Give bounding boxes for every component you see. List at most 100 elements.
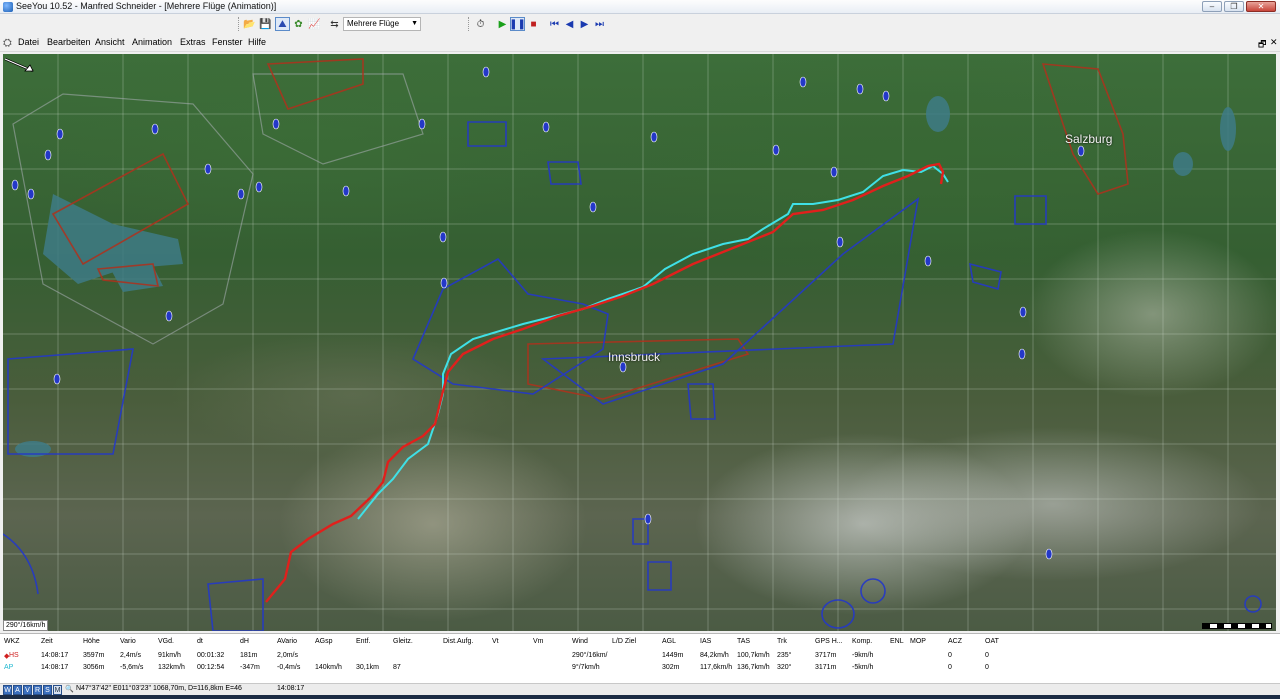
column-header[interactable]: OAT [985,638,999,645]
chevron-down-icon: ▼ [411,20,418,27]
stop-icon[interactable]: ■ [526,17,541,31]
table-cell: 181m [240,652,258,659]
mode-s-button[interactable]: S [43,685,52,695]
column-header[interactable]: MOP [910,638,926,645]
barogram-icon[interactable]: 📈 [307,17,322,31]
column-header[interactable]: IAS [700,638,711,645]
column-header[interactable]: Entf. [356,638,370,645]
column-header[interactable]: Vario [120,638,136,645]
column-header[interactable]: Zeit [41,638,53,645]
mode-m-button[interactable]: M [53,685,62,695]
table-cell: 00:12:54 [197,664,225,671]
column-header[interactable]: ENL [890,638,904,645]
next-icon[interactable]: ▶ [577,17,592,31]
minimize-button[interactable]: – [1202,1,1222,12]
table-cell: 87 [393,664,401,671]
play-icon[interactable]: ▶ [495,17,510,31]
table-cell: 140km/h [315,664,342,671]
maximize-button[interactable]: ❐ [1224,1,1244,12]
table-cell: 9°/7km/h [572,664,600,671]
column-header[interactable]: VGd. [158,638,174,645]
menu-fenster[interactable]: Fenster [212,37,243,47]
column-header[interactable]: ACZ [948,638,962,645]
last-icon[interactable]: ⏭ [592,17,607,31]
clock-icon[interactable]: ⏱ [473,17,488,31]
table-cell: 132km/h [158,664,185,671]
menu-ansicht[interactable]: Ansicht [95,37,125,47]
city-label-innsbruck: Innsbruck [608,350,661,364]
flight-data-table: WKZ Zeit Höhe Vario VGd. dt dH AVario AGsp Entf. G… [0,633,1280,683]
column-header[interactable]: AGL [662,638,676,645]
column-header[interactable]: Vm [533,638,544,645]
table-cell: 100,7km/h [737,652,770,659]
mode-v-button[interactable]: V [23,685,32,695]
table-cell: 117,6km/h [700,664,733,671]
column-header[interactable]: Höhe [83,638,100,645]
flight-select-icon[interactable]: ⇆ [327,17,342,31]
table-cell: -347m [240,664,260,671]
table-cell: 235° [777,652,792,659]
table-cell: 0 [948,664,952,671]
waypoint-markers [11,66,1085,560]
row-wkz: HS [9,652,19,659]
column-header[interactable]: Komp. [852,638,872,645]
map-view[interactable]: Salzburg Innsbruck 290°/16km/h [3,54,1276,631]
mode-a-button[interactable]: A [13,685,22,695]
column-header[interactable]: dH [240,638,249,645]
table-cell: -0,4m/s [277,664,301,671]
column-header[interactable]: Trk [777,638,787,645]
column-header[interactable]: L/D Ziel [612,638,636,645]
row-wkz: AP [4,664,14,671]
table-cell: 00:01:32 [197,652,225,659]
mdi-close-button[interactable]: ✕ [1270,37,1278,48]
column-header[interactable]: AVario [277,638,297,645]
table-cell: 2,0m/s [277,652,299,659]
table-cell: 2,4m/s [120,652,142,659]
menu-bar: ⛭ Datei Bearbeiten Ansicht Animation Ext… [0,34,1280,52]
column-header[interactable]: Vt [492,638,499,645]
pause-icon[interactable]: ❚❚ [509,17,526,31]
menu-bearbeiten[interactable]: Bearbeiten [47,37,91,47]
menu-hilfe[interactable]: Hilfe [248,37,266,47]
table-cell: 30,1km [356,664,379,671]
menu-animation[interactable]: Animation [132,37,172,47]
menu-datei[interactable]: Datei [18,37,39,47]
open-folder-icon[interactable]: 📂 [242,17,257,31]
table-cell: 3056m [83,664,105,671]
column-header[interactable]: TAS [737,638,750,645]
toolbar: 📂 💾 ⛰ ✿ 📈 ⇆ Mehrere Flüge ▼ ⏱ ▶ ❚❚ ■ ⏮ ◀… [0,14,1280,34]
task-icon[interactable]: ✿ [291,17,306,31]
first-icon[interactable]: ⏮ [547,17,562,31]
column-header[interactable]: Dist.Aufg. [443,638,473,645]
city-label-salzburg: Salzburg [1065,132,1113,146]
column-header[interactable]: Wind [572,638,588,645]
column-header[interactable]: WKZ [4,638,20,645]
track-hs [265,162,945,603]
column-header[interactable]: GPS H... [815,638,843,645]
table-cell: -5km/h [852,664,874,671]
wind-readout: 290°/16km/h [3,620,49,631]
flight-track-icon[interactable]: ⛰ [275,17,290,31]
column-header[interactable]: dt [197,638,203,645]
mode-w-button[interactable]: W [3,685,12,695]
cursor-coordinates: N47°37'42" E011°03'23" 1068,70m, D=116,8… [76,685,242,692]
table-cell: 320° [777,664,792,671]
table-cell: -9km/h [852,652,874,659]
column-header[interactable]: AGsp [315,638,333,645]
mode-r-button[interactable]: R [33,685,42,695]
flight-select-dropdown[interactable]: Mehrere Flüge ▼ [343,17,421,31]
save-icon[interactable]: 💾 [258,17,273,31]
close-button[interactable]: ✕ [1246,1,1276,12]
prev-icon[interactable]: ◀ [562,17,577,31]
table-cell: 3171m [815,664,837,671]
track-ap [357,164,949,520]
table-cell: -5,6m/s [120,664,144,671]
table-cell: 0 [985,652,989,659]
menu-extras[interactable]: Extras [180,37,206,47]
mdi-restore-button[interactable]: 🗗 [1258,37,1266,53]
column-header[interactable]: Gleitz. [393,638,413,645]
table-cell: 136,7km/h [737,664,770,671]
flight-select-value: Mehrere Flüge [347,19,400,28]
document-icon[interactable]: ⛭ [3,37,12,50]
table-cell: 91km/h [158,652,181,659]
